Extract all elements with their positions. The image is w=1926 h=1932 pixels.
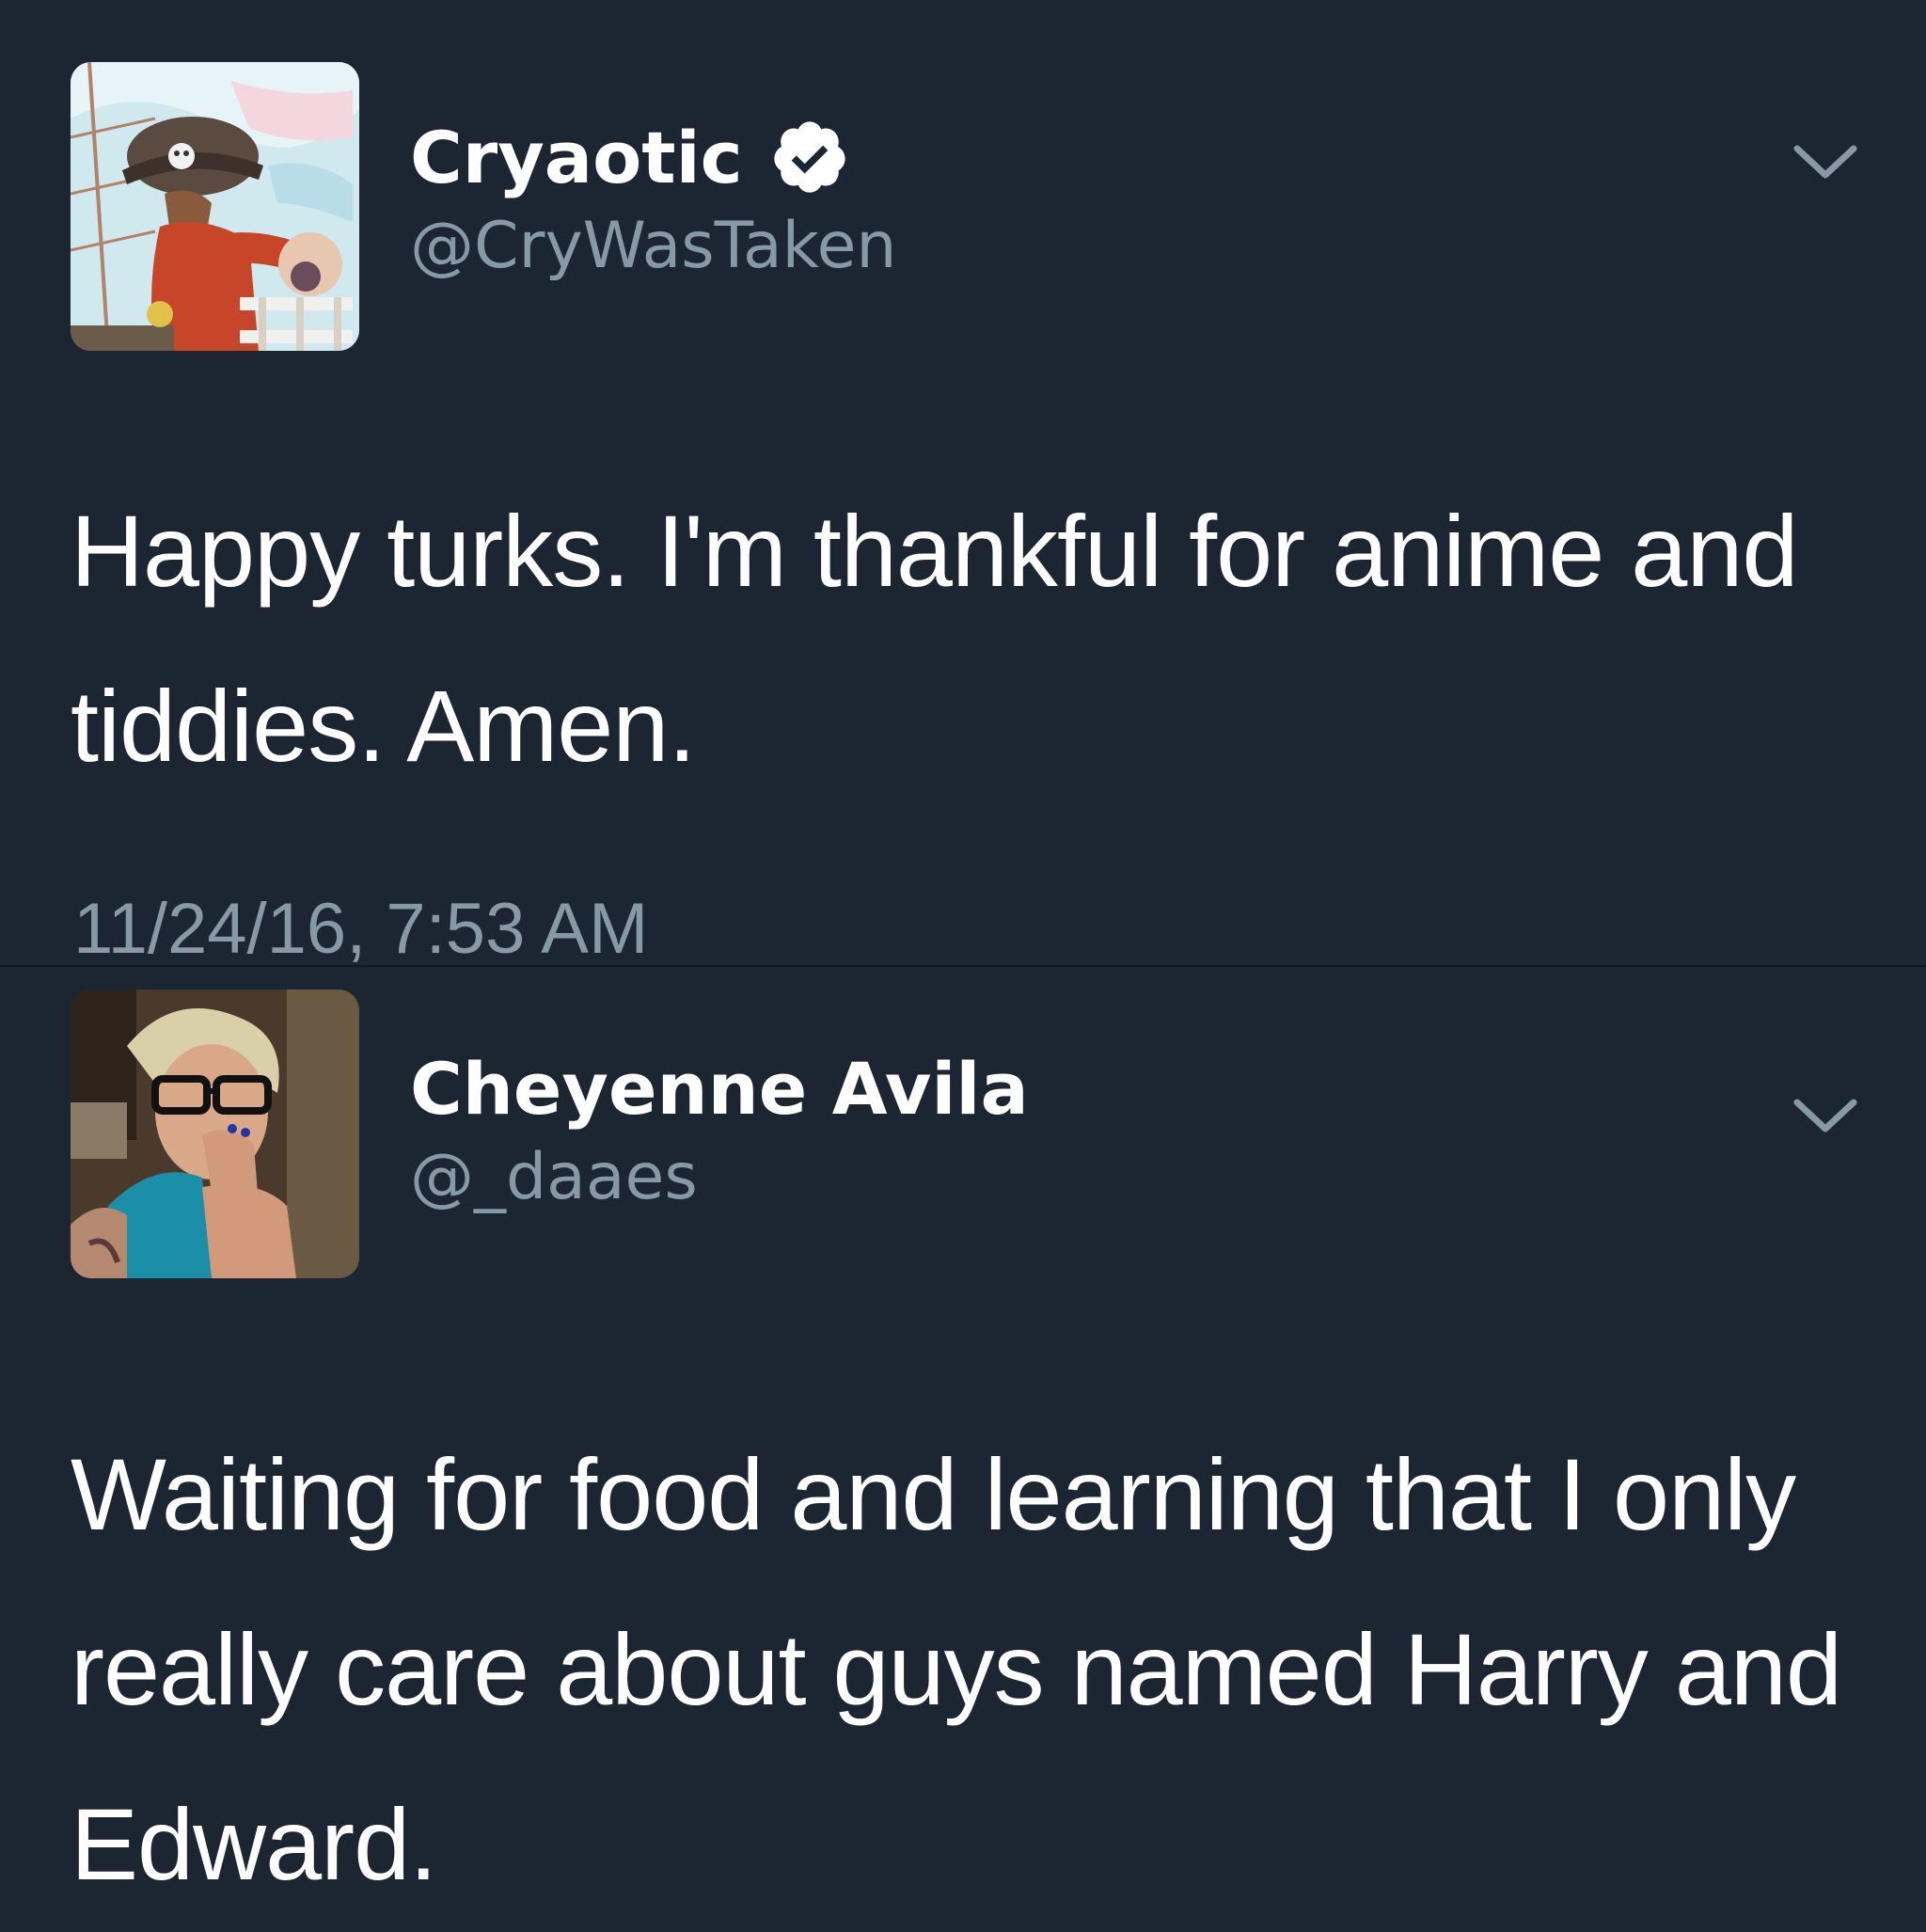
user-photo-avatar-icon xyxy=(71,990,359,1278)
user-handle[interactable]: @CryWasTaken xyxy=(410,209,897,283)
tweet[interactable]: Cryaotic @CryWasTaken Happy turks. I'm t… xyxy=(0,0,1926,969)
author-name-row: Cheyenne Avila xyxy=(410,1046,1029,1131)
avatar[interactable] xyxy=(71,990,359,1278)
tweet[interactable]: Cheyenne Avila @_daaes Waiting for food … xyxy=(0,967,1926,1926)
verified-badge-icon xyxy=(774,121,845,193)
chevron-down-icon[interactable] xyxy=(1792,141,1859,182)
author-name-row: Cryaotic xyxy=(410,115,850,199)
timestamp: 11/24/16, 7:53 AM xyxy=(73,889,649,969)
tweet-text: Happy turks. I'm thankful for anime and … xyxy=(71,494,1799,783)
avatar[interactable] xyxy=(71,62,359,351)
tweet-text: Waiting for food and learning that I onl… xyxy=(71,1437,1842,1901)
cartoon-pirate-avatar-icon xyxy=(71,62,359,351)
display-name[interactable]: Cheyenne Avila xyxy=(410,1047,1029,1131)
user-handle[interactable]: @_daaes xyxy=(410,1140,698,1214)
display-name[interactable]: Cryaotic xyxy=(410,116,743,199)
chevron-down-icon[interactable] xyxy=(1792,1095,1859,1136)
